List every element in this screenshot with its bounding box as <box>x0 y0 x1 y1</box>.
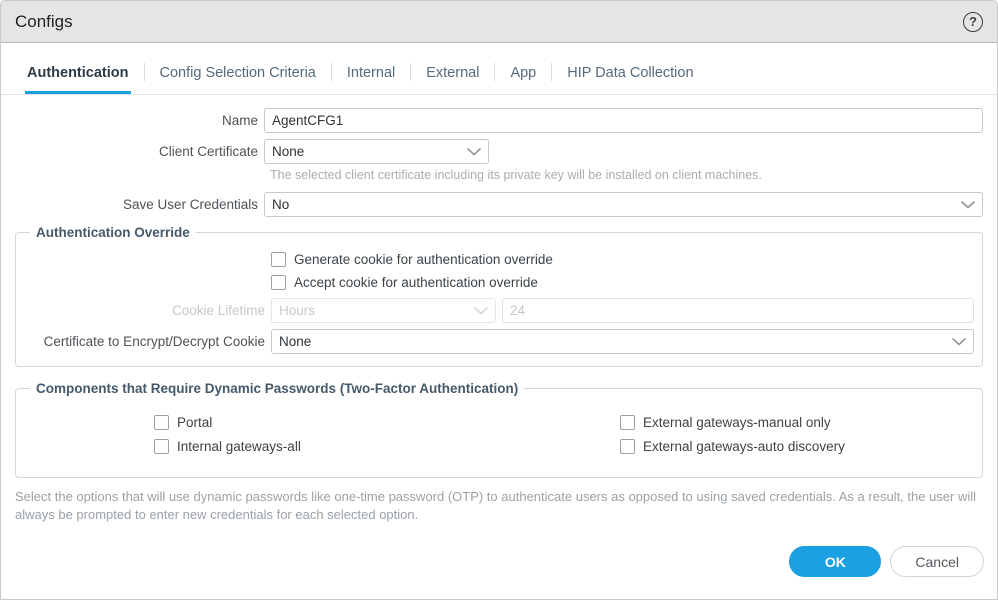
generate-cookie-checkbox[interactable] <box>271 252 286 267</box>
name-row: Name <box>15 108 983 133</box>
client-certificate-select[interactable]: None <box>264 139 489 164</box>
tab-internal[interactable]: Internal <box>345 61 397 94</box>
save-user-credentials-select[interactable]: No <box>264 192 983 217</box>
save-user-credentials-value: No <box>272 197 955 212</box>
tab-config-selection-criteria[interactable]: Config Selection Criteria <box>158 61 318 94</box>
external-gateways-auto-checkbox[interactable] <box>620 439 635 454</box>
client-certificate-hint: The selected client certificate includin… <box>270 168 983 182</box>
portal-row: Portal <box>154 415 498 430</box>
configs-dialog: Configs ? Authentication Config Selectio… <box>0 0 998 600</box>
cookie-lifetime-label: Cookie Lifetime <box>22 303 271 318</box>
dialog-header: Configs ? <box>1 1 997 43</box>
authentication-override-legend: Authentication Override <box>30 225 196 240</box>
authentication-override-section: Authentication Override Generate cookie … <box>15 225 983 367</box>
tab-separator <box>551 63 552 81</box>
tab-separator <box>144 63 145 81</box>
dialog-title: Configs <box>15 12 73 32</box>
generate-cookie-label[interactable]: Generate cookie for authentication overr… <box>294 252 553 267</box>
external-gateways-auto-label[interactable]: External gateways-auto discovery <box>643 439 845 454</box>
tab-authentication[interactable]: Authentication <box>25 61 131 94</box>
portal-checkbox[interactable] <box>154 415 169 430</box>
tab-separator <box>331 63 332 81</box>
accept-cookie-row: Accept cookie for authentication overrid… <box>271 275 974 290</box>
dynamic-passwords-note: Select the options that will use dynamic… <box>15 488 983 523</box>
tab-separator <box>410 63 411 81</box>
accept-cookie-checkbox[interactable] <box>271 275 286 290</box>
components-2fa-section: Components that Require Dynamic Password… <box>15 381 983 478</box>
tab-content-authentication: Name Client Certificate None The selecte… <box>1 95 997 546</box>
name-input[interactable] <box>264 108 983 133</box>
client-certificate-value: None <box>272 144 461 159</box>
ok-button[interactable]: OK <box>789 546 881 577</box>
cookie-lifetime-row: Cookie Lifetime Hours <box>22 298 974 323</box>
chevron-down-icon <box>474 307 488 315</box>
internal-gateways-all-checkbox[interactable] <box>154 439 169 454</box>
external-gateways-manual-checkbox[interactable] <box>620 415 635 430</box>
external-gateways-manual-label[interactable]: External gateways-manual only <box>643 415 831 430</box>
cookie-lifetime-unit-select: Hours <box>271 298 496 323</box>
external-gateways-auto-row: External gateways-auto discovery <box>620 439 974 454</box>
chevron-down-icon <box>467 148 481 156</box>
cancel-button[interactable]: Cancel <box>890 546 984 577</box>
tab-app[interactable]: App <box>508 61 538 94</box>
cookie-lifetime-unit-value: Hours <box>279 303 468 318</box>
generate-cookie-row: Generate cookie for authentication overr… <box>271 252 974 267</box>
dialog-footer: OK Cancel <box>1 546 997 599</box>
help-icon[interactable]: ? <box>963 12 983 32</box>
internal-gateways-all-label[interactable]: Internal gateways-all <box>177 439 301 454</box>
cookie-lifetime-amount-input <box>502 298 974 323</box>
internal-gateways-all-row: Internal gateways-all <box>154 439 498 454</box>
save-user-credentials-row: Save User Credentials No <box>15 192 983 217</box>
tab-bar: Authentication Config Selection Criteria… <box>1 43 997 95</box>
cert-encrypt-decrypt-value: None <box>279 334 946 349</box>
tab-separator <box>494 63 495 81</box>
chevron-down-icon <box>952 338 966 346</box>
name-label: Name <box>15 113 264 128</box>
cert-encrypt-decrypt-label: Certificate to Encrypt/Decrypt Cookie <box>22 334 271 349</box>
client-certificate-label: Client Certificate <box>15 144 264 159</box>
external-gateways-manual-row: External gateways-manual only <box>620 415 974 430</box>
cert-encrypt-decrypt-select[interactable]: None <box>271 329 974 354</box>
save-user-credentials-label: Save User Credentials <box>15 197 264 212</box>
tab-external[interactable]: External <box>424 61 481 94</box>
accept-cookie-label[interactable]: Accept cookie for authentication overrid… <box>294 275 538 290</box>
portal-label[interactable]: Portal <box>177 415 212 430</box>
cert-encrypt-decrypt-row: Certificate to Encrypt/Decrypt Cookie No… <box>22 329 974 354</box>
components-2fa-legend: Components that Require Dynamic Password… <box>30 381 524 396</box>
client-certificate-row: Client Certificate None <box>15 139 983 164</box>
tab-hip-data-collection[interactable]: HIP Data Collection <box>565 61 695 94</box>
chevron-down-icon <box>961 201 975 209</box>
